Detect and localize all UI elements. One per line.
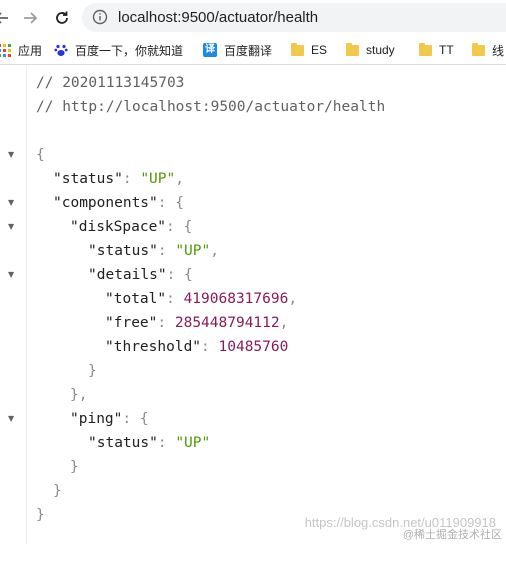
json-string-value: "UP"	[175, 435, 211, 451]
info-icon[interactable]	[92, 9, 108, 25]
bookmark-baidu-translate[interactable]: 译 百度翻译	[203, 36, 272, 64]
json-number-value: 285448794112	[174, 315, 280, 331]
folder-icon	[419, 42, 432, 56]
browser-toolbar: localhost:9500/actuator/health	[0, 0, 506, 36]
json-number-value: 419068317696	[183, 291, 289, 307]
json-line: ▼ {	[0, 143, 506, 167]
fold-toggle-icon[interactable]: ▼	[8, 407, 14, 431]
brace: }	[53, 483, 62, 499]
json-key: "total"	[105, 291, 167, 307]
folder-icon	[472, 42, 485, 56]
bookmark-folder-xian[interactable]: 线	[472, 36, 504, 64]
json-key: "components"	[53, 195, 158, 211]
json-number-value: 10485760	[218, 339, 289, 355]
baidu-translate-icon: 译	[203, 43, 217, 57]
reload-icon	[56, 11, 68, 24]
json-viewer: // 20201113145703 // http://localhost:95…	[0, 65, 506, 544]
json-line: }	[0, 479, 506, 503]
json-key: "status"	[88, 243, 158, 259]
brace: }	[88, 363, 97, 379]
bookmark-label: ES	[311, 43, 328, 57]
bookmarks-bar: 应用 百度一下，你就知道 译 百度翻译 ES study TT 线	[0, 36, 506, 65]
json-line: "threshold": 10485760	[105, 339, 289, 355]
json-string-value: "UP"	[175, 243, 211, 259]
apps-icon	[0, 43, 11, 57]
json-line: "total": 419068317696,	[105, 291, 298, 307]
brace: }	[70, 459, 79, 475]
json-line: }	[0, 455, 506, 479]
juejin-watermark: @稀土掘金技术社区	[402, 529, 502, 541]
brace: }	[36, 507, 45, 523]
json-key: "status"	[88, 435, 158, 451]
bookmark-baidu[interactable]: 百度一下，你就知道	[54, 36, 183, 64]
fold-toggle-icon[interactable]: ▼	[8, 215, 14, 239]
back-arrow-icon	[0, 12, 8, 24]
address-bar[interactable]: localhost:9500/actuator/health	[82, 3, 506, 32]
bookmark-label: 百度一下，你就知道	[75, 43, 184, 58]
bookmark-label: 应用	[18, 43, 43, 58]
comment-timestamp: // 20201113145703	[36, 75, 185, 91]
json-line: ▼ "diskSpace": {	[0, 215, 506, 239]
json-line: }	[0, 359, 506, 383]
json-key: "details"	[88, 267, 167, 283]
fold-toggle-icon[interactable]: ▼	[8, 143, 14, 167]
brace: },	[70, 387, 88, 403]
json-line: "status": "UP",	[88, 243, 219, 259]
bookmark-label: 线	[492, 43, 505, 58]
json-line: },	[0, 383, 506, 407]
bookmark-folder-tt[interactable]: TT	[419, 36, 454, 64]
json-line: "status": "UP",	[53, 171, 184, 187]
json-line: ▼ "ping": {	[0, 407, 506, 431]
json-line: // 20201113145703	[0, 71, 506, 95]
bookmark-label: 百度翻译	[224, 43, 273, 58]
forward-arrow-icon	[24, 12, 38, 24]
json-line: ▼ "components": {	[0, 191, 506, 215]
json-line: "free": 285448794112,	[105, 315, 289, 331]
forward-button[interactable]	[20, 8, 40, 28]
fold-toggle-icon[interactable]: ▼	[8, 191, 14, 215]
json-key: "status"	[53, 171, 123, 187]
json-string-value: "UP"	[140, 171, 176, 187]
bookmark-label: TT	[439, 43, 454, 57]
fold-toggle-icon[interactable]: ▼	[8, 263, 14, 287]
reload-button[interactable]	[52, 8, 72, 28]
brace: {	[36, 147, 45, 163]
back-button[interactable]	[0, 8, 12, 28]
comment-url: // http://localhost:9500/actuator/health	[36, 99, 386, 115]
json-key: "ping"	[70, 411, 123, 427]
json-key: "free"	[105, 315, 158, 331]
url-text[interactable]: localhost:9500/actuator/health	[118, 3, 318, 32]
json-key: "threshold"	[105, 339, 202, 355]
json-line: // http://localhost:9500/actuator/health	[0, 95, 506, 119]
bookmark-folder-es[interactable]: ES	[291, 36, 327, 64]
folder-icon	[291, 42, 304, 56]
folder-icon	[346, 42, 359, 56]
bookmark-apps[interactable]: 应用	[0, 36, 42, 64]
json-line: "status": "UP"	[88, 435, 211, 451]
json-line: ▼ "details": {	[0, 263, 506, 287]
bookmark-folder-study[interactable]: study	[346, 36, 395, 64]
bookmark-label: study	[366, 43, 395, 57]
json-key: "diskSpace"	[70, 219, 167, 235]
baidu-paw-icon	[54, 44, 68, 56]
